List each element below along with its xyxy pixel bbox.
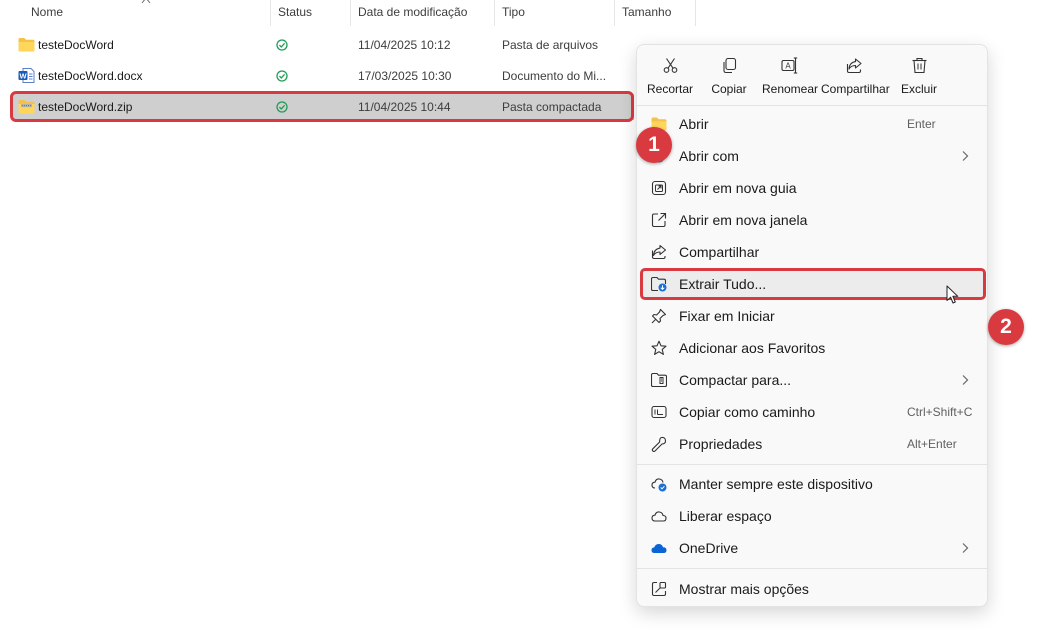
share-quick-button[interactable]: Compartilhar [821, 45, 890, 101]
copy-icon [723, 57, 737, 74]
file-row[interactable]: W testeDocWord.docx 17/03/2025 10:30 Doc… [12, 63, 634, 89]
menu-item-open-with[interactable]: Abrir com [641, 141, 983, 171]
menu-item-label: Fixar em Iniciar [679, 308, 775, 324]
rename-button[interactable]: A Renomear [759, 45, 821, 101]
svg-text:A: A [785, 62, 791, 71]
menu-item-compress-to[interactable]: Compactar para... [641, 365, 983, 395]
menu-item-open-new-tab[interactable]: Abrir em nova guia [641, 173, 983, 203]
menu-item-share[interactable]: Compartilhar [641, 237, 983, 267]
compress-icon [651, 372, 667, 388]
copy-path-icon [651, 405, 667, 419]
menu-item-properties[interactable]: Propriedades Alt+Enter [641, 429, 983, 459]
copy-button[interactable]: Copiar [703, 45, 755, 101]
menu-item-label: Manter sempre este dispositivo [679, 476, 873, 492]
menu-item-open-new-window[interactable]: Abrir em nova janela [641, 205, 983, 235]
cloud-outline-icon [651, 511, 667, 522]
delete-label: Excluir [900, 82, 937, 96]
onedrive-icon [651, 543, 667, 553]
menu-item-open[interactable]: Abrir Enter [641, 109, 983, 139]
menu-item-add-favorites[interactable]: Adicionar aos Favoritos [641, 333, 983, 363]
menu-item-label: Propriedades [679, 436, 763, 452]
menu-item-copy-as-path[interactable]: Copiar como caminho Ctrl+Shift+C [641, 397, 983, 427]
cloud-keep-icon [651, 478, 667, 492]
menu-separator [637, 105, 987, 106]
mouse-cursor-icon [946, 285, 959, 304]
menu-item-pin-start[interactable]: Fixar em Iniciar [641, 301, 983, 331]
sync-status-icon [276, 70, 288, 82]
more-options-icon [651, 581, 667, 597]
folder-icon [18, 38, 35, 52]
menu-item-label: OneDrive [679, 540, 739, 556]
column-divider[interactable] [494, 0, 495, 26]
delete-button[interactable]: Excluir [893, 45, 945, 101]
column-header-name[interactable]: Nome [31, 5, 63, 19]
chevron-right-icon [962, 543, 969, 553]
menu-item-always-keep[interactable]: Manter sempre este dispositivo [641, 469, 983, 499]
column-header-modified[interactable]: Data de modificação [358, 5, 467, 19]
rename-label: Renomear [761, 82, 819, 96]
file-modified-date: 11/04/2025 10:12 [358, 38, 451, 52]
share-icon [651, 244, 667, 260]
menu-item-label: Abrir em nova guia [679, 180, 797, 196]
column-divider[interactable] [695, 0, 696, 26]
sync-status-icon [276, 39, 288, 51]
wrench-icon [651, 436, 667, 452]
share-icon [846, 58, 862, 74]
step-badge-2: 2 [988, 309, 1024, 345]
menu-item-label: Liberar espaço [679, 508, 772, 524]
menu-item-label: Compartilhar [679, 244, 760, 260]
menu-separator [637, 464, 987, 465]
cut-button[interactable]: Recortar [641, 45, 699, 101]
new-tab-icon [651, 180, 667, 196]
sort-ascending-icon [141, 0, 151, 4]
menu-item-onedrive[interactable]: OneDrive [641, 533, 983, 563]
pin-icon [651, 308, 667, 324]
column-header-status[interactable]: Status [278, 5, 312, 19]
column-header-size[interactable]: Tamanho [622, 5, 671, 19]
file-name[interactable]: testeDocWord [38, 38, 114, 52]
file-modified-date: 17/03/2025 10:30 [358, 69, 452, 83]
copy-label: Copiar [711, 82, 747, 96]
chevron-right-icon [962, 375, 969, 385]
trash-icon [912, 57, 927, 74]
column-header-type[interactable]: Tipo [502, 5, 525, 19]
column-divider[interactable] [350, 0, 351, 26]
cut-label: Recortar [646, 82, 693, 96]
file-type: Documento do Mi... [502, 69, 607, 83]
menu-item-show-more-options[interactable]: Mostrar mais opções [641, 574, 983, 604]
menu-item-label: Abrir com [679, 148, 739, 164]
selected-file-highlight-box [10, 91, 634, 122]
menu-item-label: Abrir em nova janela [679, 212, 808, 228]
rename-icon: A [781, 57, 798, 74]
star-icon [651, 340, 667, 355]
menu-item-label: Mostrar mais opções [679, 581, 809, 597]
svg-text:W: W [19, 71, 27, 80]
column-header-row: Nome Status Data de modificação Tipo Tam… [0, 0, 700, 26]
shortcut-text: Ctrl+Shift+C [907, 405, 973, 419]
new-window-icon [651, 212, 667, 228]
word-document-icon: W [18, 68, 35, 83]
menu-item-label: Compactar para... [679, 372, 792, 388]
scissors-icon [663, 58, 678, 73]
shortcut-text: Enter [907, 117, 936, 131]
file-row[interactable]: testeDocWord 11/04/2025 10:12 Pasta de a… [12, 32, 634, 58]
menu-separator [637, 568, 987, 569]
file-type: Pasta de arquivos [502, 38, 599, 52]
column-divider[interactable] [614, 0, 615, 26]
step-badge-1: 1 [636, 127, 672, 163]
column-divider[interactable] [270, 0, 271, 26]
menu-item-free-space[interactable]: Liberar espaço [641, 501, 983, 531]
file-name[interactable]: testeDocWord.docx [38, 69, 143, 83]
menu-item-label: Copiar como caminho [679, 404, 816, 420]
menu-item-label: Adicionar aos Favoritos [679, 340, 826, 356]
extract-all-highlight-box [640, 268, 986, 300]
shortcut-text: Alt+Enter [907, 437, 957, 451]
menu-item-label: Abrir [679, 116, 709, 132]
share-quick-label: Compartilhar [821, 82, 890, 96]
chevron-right-icon [962, 151, 969, 161]
context-menu: Recortar Copiar A Renomear Compartilhar … [636, 44, 988, 607]
